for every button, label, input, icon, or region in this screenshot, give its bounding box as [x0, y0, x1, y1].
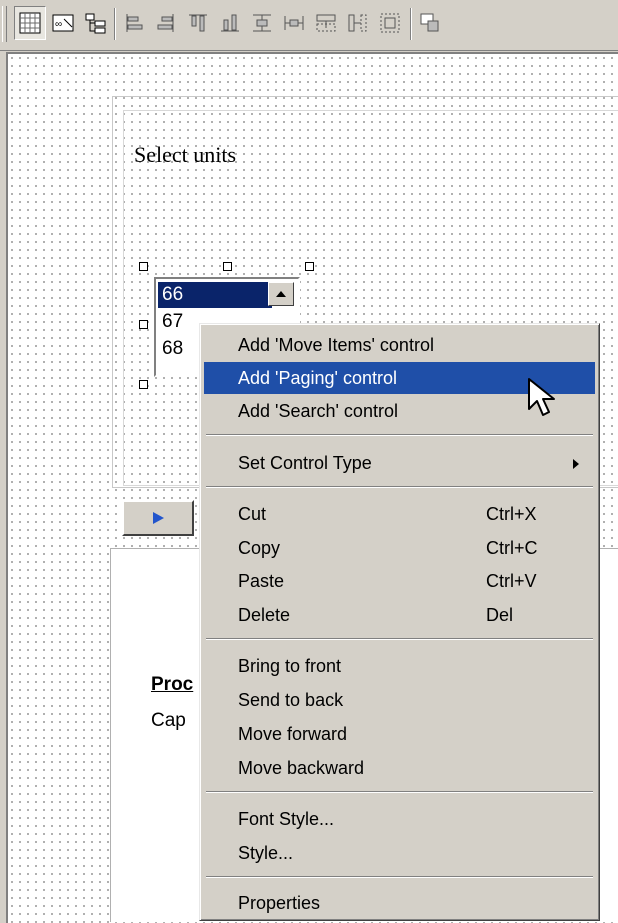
- menu-separator: [206, 486, 593, 488]
- product-label[interactable]: Proc: [151, 674, 193, 696]
- align-left-button[interactable]: [118, 6, 150, 40]
- align-left-icon: [126, 14, 143, 32]
- bring-to-front-icon: [420, 13, 439, 32]
- menu-separator: [206, 434, 593, 436]
- center-vertically-icon: [253, 14, 271, 32]
- menu-separator: [206, 791, 593, 793]
- menu-item-shortcut: Del: [486, 605, 514, 625]
- make-same-height-icon: [316, 14, 336, 32]
- make-same-size-icon: [380, 13, 400, 33]
- mouse-pointer-icon: [528, 378, 555, 416]
- menu-item-move-forward[interactable]: Move forward: [204, 718, 595, 750]
- tab-order-button[interactable]: ∞: [48, 6, 80, 40]
- align-top-icon: [189, 14, 207, 32]
- menu-item-label: Properties: [238, 893, 321, 913]
- menu-item-label: Delete: [238, 605, 291, 625]
- menu-item-label: Bring to front: [238, 656, 342, 676]
- menu-item-shortcut: Ctrl+X: [486, 504, 537, 524]
- menu-item-properties[interactable]: Properties: [204, 887, 595, 919]
- menu-item-delete[interactable]: Delete Del: [204, 599, 595, 631]
- space-evenly-button[interactable]: [342, 6, 374, 40]
- menu-item-label: Move backward: [238, 758, 365, 778]
- menu-item-label: Font Style...: [238, 809, 335, 829]
- menu-item-label: Send to back: [238, 690, 344, 710]
- tree-properties-icon: [85, 13, 106, 34]
- align-right-icon: [157, 14, 174, 32]
- make-same-height-button[interactable]: [310, 6, 342, 40]
- menu-item-add-move-items[interactable]: Add 'Move Items' control: [204, 329, 595, 361]
- toggle-grid-button[interactable]: [14, 6, 46, 40]
- toolbar-grip[interactable]: [2, 6, 7, 42]
- resize-handle-bottom-left[interactable]: [139, 380, 148, 389]
- menu-item-shortcut: Ctrl+V: [486, 571, 537, 591]
- grid-icon: [19, 12, 41, 34]
- menu-item-send-to-back[interactable]: Send to back: [204, 684, 595, 716]
- menu-item-label: Move forward: [238, 724, 348, 744]
- paging-next-button[interactable]: [122, 500, 194, 536]
- menu-item-paste[interactable]: Paste Ctrl+V: [204, 565, 595, 597]
- menu-item-style[interactable]: Style...: [204, 837, 595, 869]
- svg-text:∞: ∞: [55, 19, 62, 30]
- menu-item-label: Add 'Move Items' control: [238, 335, 434, 355]
- align-bottom-button[interactable]: [214, 6, 246, 40]
- align-bottom-icon: [221, 14, 239, 32]
- menu-item-label: Cut: [238, 504, 267, 524]
- bring-to-front-button[interactable]: [414, 6, 446, 40]
- menu-item-bring-to-front[interactable]: Bring to front: [204, 650, 595, 682]
- space-evenly-icon: [348, 14, 367, 32]
- menu-separator: [206, 876, 593, 878]
- designer-toolbar: ∞: [0, 0, 618, 51]
- resize-handle-top-left[interactable]: [139, 262, 148, 271]
- menu-item-cut[interactable]: Cut Ctrl+X: [204, 498, 595, 530]
- align-top-button[interactable]: [182, 6, 214, 40]
- menu-item-label: Add 'Paging' control: [238, 368, 397, 388]
- submenu-arrow-icon: [573, 459, 579, 469]
- menu-item-shortcut: Ctrl+C: [486, 538, 538, 558]
- menu-item-label: Add 'Search' control: [238, 401, 398, 421]
- toolbar-separator: [410, 8, 412, 40]
- center-vertically-button[interactable]: [246, 6, 278, 40]
- menu-item-move-backward[interactable]: Move backward: [204, 752, 595, 784]
- menu-separator: [206, 638, 593, 640]
- menu-item-copy[interactable]: Copy Ctrl+C: [204, 532, 595, 564]
- toolbar-separator: [114, 8, 116, 40]
- menu-item-label: Paste: [238, 571, 285, 591]
- make-same-size-button[interactable]: [374, 6, 406, 40]
- menu-item-font-style[interactable]: Font Style...: [204, 803, 595, 835]
- play-arrow-icon: [153, 512, 164, 524]
- make-same-width-button[interactable]: [278, 6, 310, 40]
- align-right-button[interactable]: [150, 6, 182, 40]
- tab-order-icon: ∞: [52, 14, 74, 32]
- resize-handle-middle-left[interactable]: [139, 320, 148, 329]
- caption-label[interactable]: Cap: [151, 710, 186, 732]
- menu-item-label: Set Control Type: [238, 453, 372, 473]
- resize-handle-top-right[interactable]: [305, 262, 314, 271]
- menu-item-label: Style...: [238, 843, 294, 863]
- make-same-width-icon: [284, 16, 304, 30]
- menu-item-set-control-type[interactable]: Set Control Type: [204, 447, 595, 479]
- properties-tree-button[interactable]: [80, 6, 112, 40]
- select-units-label[interactable]: Select units: [134, 142, 236, 168]
- up-arrow-icon: [276, 291, 286, 297]
- resize-handle-top-middle[interactable]: [223, 262, 232, 271]
- scroll-up-button[interactable]: [268, 282, 294, 306]
- list-item[interactable]: 66: [158, 282, 272, 308]
- menu-item-label: Copy: [238, 538, 281, 558]
